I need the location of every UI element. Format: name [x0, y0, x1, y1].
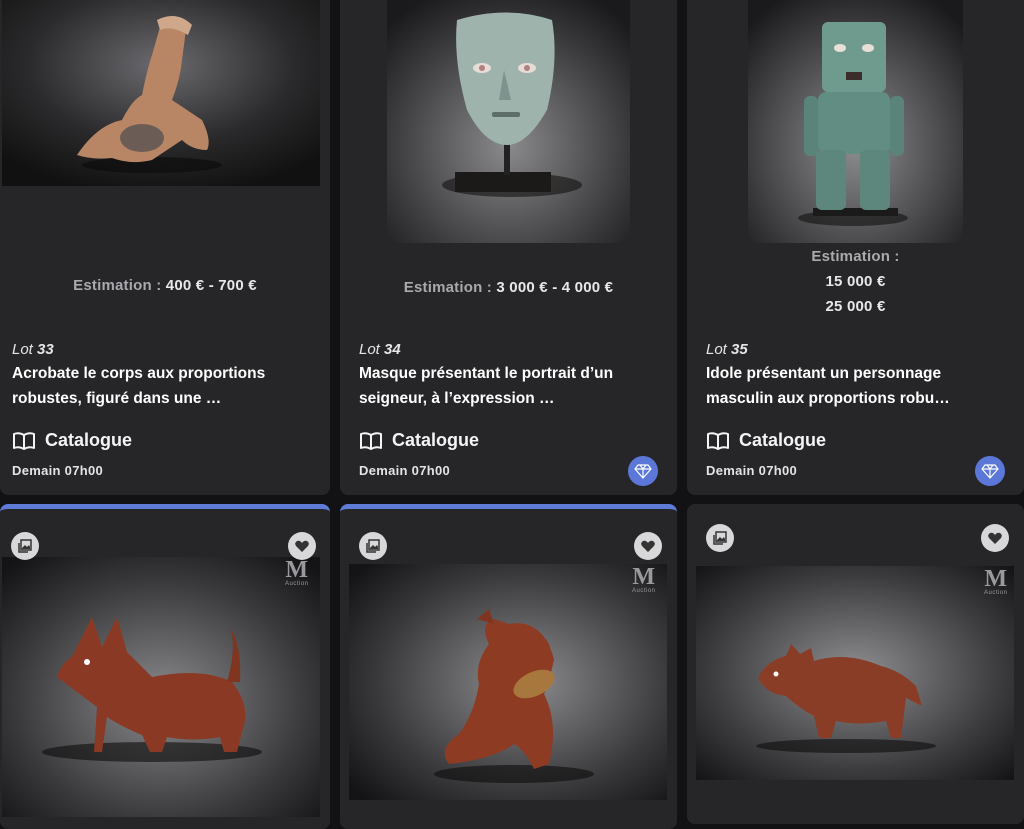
diamond-icon — [634, 464, 652, 479]
catalogue-label: Catalogue — [392, 430, 480, 450]
heart-icon — [988, 532, 1002, 544]
image-gallery-icon — [713, 531, 727, 545]
lot-image-raccoon[interactable] — [696, 566, 1014, 780]
lot-image-idol[interactable] — [748, 0, 963, 243]
catalogue-label: Catalogue — [739, 430, 827, 450]
gallery-button[interactable] — [11, 532, 39, 560]
sale-date: Demain 07h00 — [359, 463, 451, 478]
lot-number: Lot 33 — [12, 341, 54, 358]
lot-card-dog[interactable]: M Auction — [0, 504, 330, 829]
lot-image-mask[interactable] — [387, 0, 630, 243]
open-book-icon — [360, 431, 382, 450]
sale-date: Demain 07h00 — [706, 463, 798, 478]
catalogue-link[interactable]: Catalogue — [12, 430, 132, 451]
lot-card-35[interactable]: Estimation : 15 000 € 25 000 € Lot 35 Id… — [687, 0, 1024, 495]
estimate: Estimation : 3 000 € - 4 000 € — [403, 279, 614, 296]
auction-watermark: M Auction — [285, 557, 309, 587]
lot-image-dog[interactable] — [2, 557, 320, 817]
lot-image-acrobat[interactable] — [2, 0, 320, 186]
lot-title[interactable]: Masque présentant le portrait d’un seign… — [359, 361, 659, 411]
lot-title[interactable]: Idole présentant un personnage masculin … — [706, 361, 1006, 411]
lot-number: Lot 34 — [359, 341, 401, 358]
gallery-button[interactable] — [359, 532, 387, 560]
auction-watermark: M Auction — [984, 566, 1008, 596]
open-book-icon — [707, 431, 729, 450]
lot-card-33[interactable]: Estimation : 400 € - 700 € Lot 33 Acroba… — [0, 0, 330, 495]
auction-watermark: M Auction — [632, 564, 656, 594]
sale-date: Demain 07h00 — [12, 463, 104, 478]
lot-number: Lot 35 — [706, 341, 748, 358]
heart-icon — [295, 540, 309, 552]
catalogue-link[interactable]: Catalogue — [706, 430, 826, 451]
gallery-button[interactable] — [706, 524, 734, 552]
heart-icon — [641, 540, 655, 552]
favorite-button[interactable] — [634, 532, 662, 560]
image-gallery-icon — [18, 539, 32, 553]
open-book-icon — [13, 431, 35, 450]
lot-image-dog-with-corn[interactable] — [349, 564, 667, 800]
lot-card-dog-with-corn[interactable]: M Auction — [340, 504, 677, 829]
lot-card-34[interactable]: Estimation : 3 000 € - 4 000 € Lot 34 Ma… — [340, 0, 677, 495]
favorite-button[interactable] — [981, 524, 1009, 552]
image-gallery-icon — [366, 539, 380, 553]
diamond-icon — [981, 464, 999, 479]
favorite-button[interactable] — [288, 532, 316, 560]
premium-lot-badge[interactable] — [628, 456, 658, 486]
estimate: Estimation : 400 € - 700 € — [73, 277, 257, 294]
premium-lot-badge[interactable] — [975, 456, 1005, 486]
estimate: Estimation : 15 000 € 25 000 € — [811, 248, 900, 315]
catalogue-label: Catalogue — [45, 430, 133, 450]
catalogue-link[interactable]: Catalogue — [359, 430, 479, 451]
lot-card-raccoon[interactable]: M Auction — [687, 504, 1024, 824]
lot-title[interactable]: Acrobate le corps aux proportions robust… — [12, 361, 312, 411]
